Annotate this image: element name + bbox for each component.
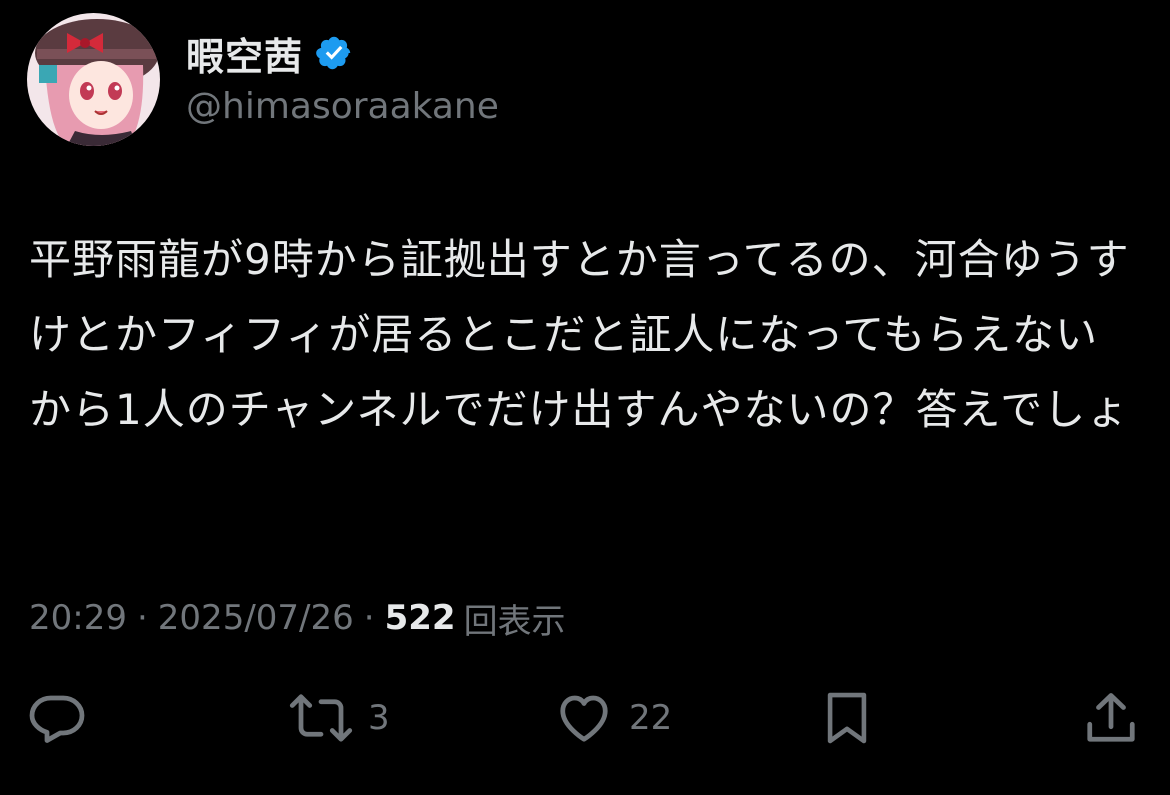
share-icon (1080, 688, 1142, 748)
tweet-card: 暇空茜 @himasoraakane 平野雨龍が9時から証拠出すとか言ってるの、… (0, 0, 1170, 795)
avatar[interactable] (27, 13, 160, 146)
retweet-icon (288, 688, 354, 748)
meta-separator: · (363, 598, 375, 638)
reply-button[interactable] (27, 686, 87, 750)
tweet-text: 平野雨龍が9時から証拠出すとか言ってるの、河合ゆうすけとかフィフィが居るとこだと… (29, 235, 1130, 434)
share-button[interactable] (1080, 686, 1142, 750)
views-count[interactable]: 522 (385, 598, 456, 638)
tweet-date[interactable]: 2025/07/26 (158, 598, 354, 638)
tweet-time[interactable]: 20:29 (29, 598, 127, 638)
author-display-name[interactable]: 暇空茜 (186, 26, 303, 81)
author-name-row: 暇空茜 (186, 25, 353, 81)
author-handle[interactable]: @himasoraakane (186, 82, 499, 132)
views-label: 回表示 (463, 601, 566, 642)
tweet-meta: 20:29 · 2025/07/26 · 522 回表示 (29, 590, 566, 646)
action-bar: 3 22 (0, 686, 1170, 750)
bookmark-icon (818, 688, 876, 748)
heart-icon (553, 688, 615, 748)
retweet-button[interactable]: 3 (288, 686, 390, 750)
avatar-image (27, 13, 160, 146)
meta-separator: · (136, 598, 148, 638)
verified-badge-icon (315, 34, 353, 72)
bookmark-button[interactable] (818, 686, 876, 750)
retweet-count: 3 (368, 698, 390, 738)
reply-icon (27, 688, 87, 748)
like-count: 22 (629, 698, 673, 738)
like-button[interactable]: 22 (553, 686, 672, 750)
